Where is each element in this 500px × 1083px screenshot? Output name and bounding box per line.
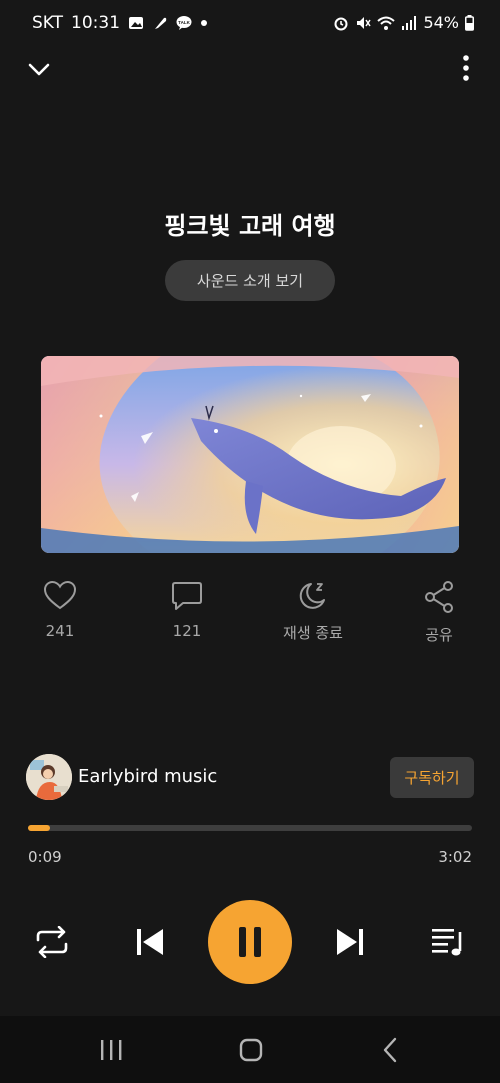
more-vert-icon[interactable] — [460, 54, 472, 82]
battery-icon — [465, 14, 474, 31]
wifi-icon — [377, 16, 396, 30]
channel-name[interactable]: Earlybird music — [78, 766, 217, 787]
playlist-icon[interactable] — [430, 926, 466, 958]
previous-track-icon[interactable] — [135, 927, 165, 957]
share-label: 공유 — [425, 626, 453, 644]
channel-avatar[interactable] — [26, 754, 72, 800]
share-button[interactable]: 공유 — [394, 580, 484, 645]
comment-count: 121 — [172, 622, 202, 640]
comment-button[interactable]: 121 — [142, 580, 232, 640]
status-right: 54% — [333, 13, 474, 32]
battery-percent: 54% — [423, 13, 459, 32]
svg-text:TALK: TALK — [178, 20, 190, 25]
sound-intro-button[interactable]: 사운드 소개 보기 — [165, 260, 335, 301]
pause-button[interactable] — [208, 900, 292, 984]
artwork-illustration — [41, 356, 459, 553]
carrier-label: SKT — [32, 13, 64, 33]
comment-icon — [172, 582, 202, 610]
sleep-label: 재생 종료 — [283, 624, 343, 642]
gallery-icon — [129, 17, 144, 29]
subscribe-button[interactable]: 구독하기 — [390, 757, 474, 798]
feather-icon — [155, 17, 167, 29]
action-row: 241 121 재생 종료 공유 — [0, 580, 500, 650]
back-icon[interactable] — [376, 1036, 406, 1064]
top-bar — [0, 52, 500, 86]
like-count: 241 — [45, 622, 75, 640]
current-time: 0:09 — [28, 848, 62, 866]
alarm-icon — [334, 17, 348, 30]
next-track-icon[interactable] — [335, 927, 365, 957]
home-icon[interactable] — [236, 1036, 266, 1064]
share-icon — [425, 581, 453, 613]
status-left: SKT 10:31 TALK — [32, 13, 208, 33]
total-time: 3:02 — [438, 848, 472, 866]
signal-icon — [402, 15, 417, 30]
track-title: 핑크빛 고래 여행 — [164, 212, 336, 240]
album-artwork — [41, 356, 459, 553]
pause-icon — [239, 927, 261, 957]
channel-row: Earlybird music 구독하기 — [26, 754, 474, 800]
status-bar: SKT 10:31 TALK 54% — [0, 0, 500, 48]
heart-icon — [43, 580, 77, 610]
progress-bar[interactable] — [28, 825, 472, 831]
sleep-timer-button[interactable]: 재생 종료 — [268, 580, 358, 643]
system-nav-bar — [0, 1016, 500, 1083]
chevron-down-icon[interactable] — [26, 56, 52, 82]
progress-fill — [28, 825, 51, 831]
repeat-icon[interactable] — [34, 926, 70, 958]
clock: 10:31 — [71, 13, 121, 33]
kakaotalk-icon: TALK — [176, 16, 192, 30]
mute-icon — [357, 16, 372, 29]
dot-icon — [201, 20, 208, 26]
recent-apps-icon[interactable] — [96, 1036, 126, 1064]
like-button[interactable]: 241 — [15, 580, 105, 640]
sleep-moon-icon — [299, 583, 325, 609]
playback-controls — [0, 900, 500, 984]
avatar-illustration — [26, 754, 72, 800]
